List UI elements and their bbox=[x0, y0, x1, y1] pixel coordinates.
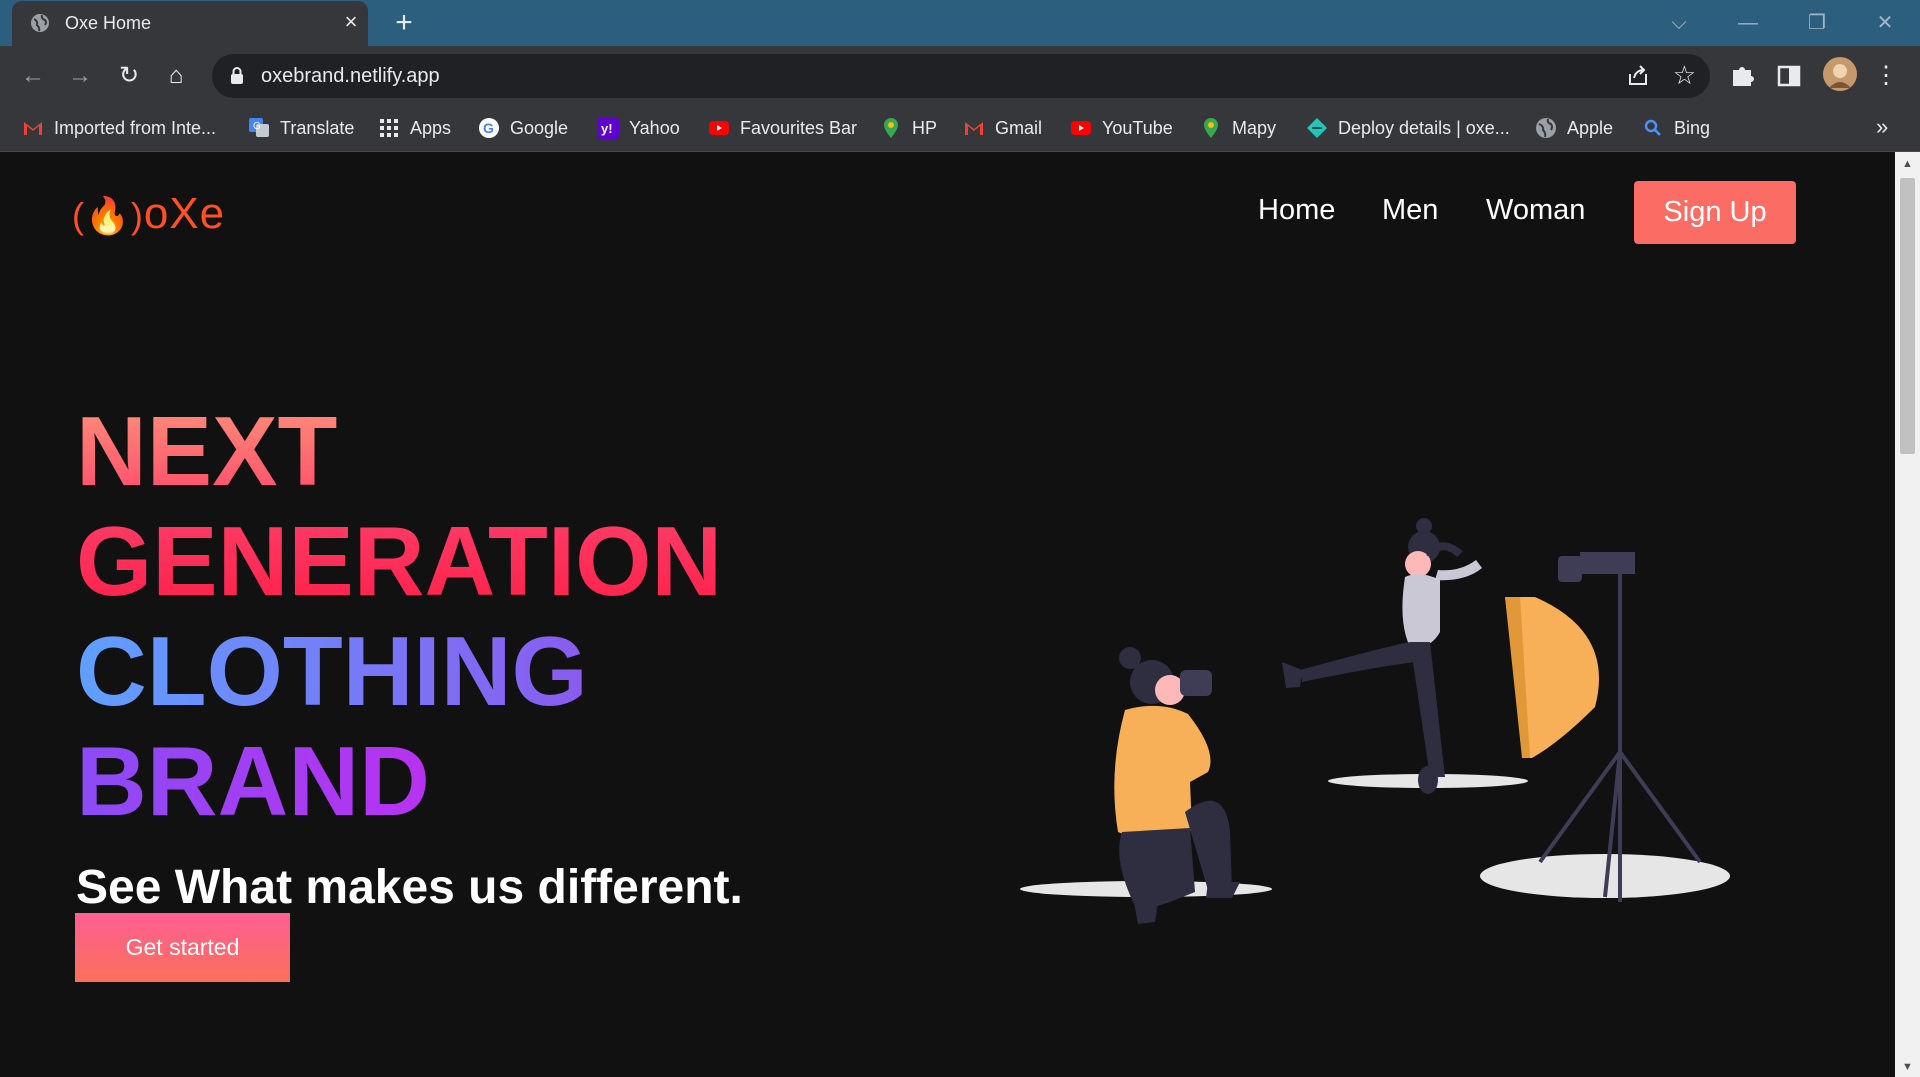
youtube-icon bbox=[1071, 121, 1091, 135]
forward-button[interactable]: → bbox=[64, 60, 96, 92]
bookmark-label: Favourites Bar bbox=[740, 117, 858, 138]
hero-subtitle: See What makes us different. bbox=[76, 861, 743, 914]
address-bar[interactable]: oxebrand.netlify.app ☆ bbox=[212, 54, 1710, 98]
hero-line-brand: BRAND bbox=[76, 726, 430, 836]
share-icon[interactable] bbox=[1626, 64, 1650, 88]
bookmark-label: Deploy details | oxe... bbox=[1338, 117, 1510, 138]
maximize-button[interactable]: ❐ bbox=[1802, 8, 1832, 38]
gmail-icon bbox=[24, 122, 42, 135]
youtube-icon bbox=[709, 121, 729, 135]
bookmark-label: Translate bbox=[280, 117, 355, 138]
svg-text:G: G bbox=[253, 121, 261, 132]
bookmark-label: Yahoo bbox=[629, 117, 680, 138]
bookmark-label: YouTube bbox=[1102, 117, 1173, 138]
reload-button[interactable]: ↻ bbox=[113, 60, 145, 92]
flame-icon: (🔥) bbox=[72, 195, 144, 236]
bookmark-label: Apple bbox=[1567, 117, 1614, 138]
side-panel-icon[interactable] bbox=[1773, 60, 1805, 92]
home-button[interactable]: ⌂ bbox=[160, 60, 192, 92]
bookmark-label: Google bbox=[510, 117, 569, 138]
bookmark-label: Gmail bbox=[995, 117, 1043, 138]
netlify-icon bbox=[1307, 118, 1327, 138]
scroll-up-arrow-icon[interactable]: ▲ bbox=[1902, 158, 1913, 170]
bookmark-youtube[interactable]: YouTube bbox=[1070, 116, 1173, 140]
back-button[interactable]: ← bbox=[17, 60, 49, 92]
maps-pin-icon bbox=[884, 118, 898, 138]
new-tab-button[interactable]: + bbox=[390, 8, 418, 38]
globe-icon bbox=[31, 14, 49, 32]
bookmark-bing[interactable]: Bing bbox=[1642, 116, 1710, 140]
title-bar: Oxe Home × + ⌵ — ❐ ✕ bbox=[0, 0, 1920, 46]
nav-men-link[interactable]: Men bbox=[1382, 194, 1438, 227]
minimize-button[interactable]: — bbox=[1733, 8, 1763, 38]
hero-line-generation: GENERATION bbox=[76, 506, 723, 616]
google-icon: G bbox=[479, 118, 499, 138]
browser-menu-button[interactable]: ⋮ bbox=[1870, 60, 1902, 92]
globe-icon bbox=[1536, 118, 1556, 138]
bookmark-deploy[interactable]: Deploy details | oxe... bbox=[1306, 116, 1510, 140]
model-figure bbox=[1282, 518, 1482, 794]
bookmark-translate[interactable]: G Translate bbox=[248, 116, 354, 140]
nav-woman-link[interactable]: Woman bbox=[1486, 194, 1585, 227]
scrollbar-thumb[interactable] bbox=[1900, 178, 1915, 454]
bookmark-google[interactable]: G Google bbox=[478, 116, 568, 140]
bookmark-apps[interactable]: Apps bbox=[378, 116, 451, 140]
bookmark-label: Apps bbox=[410, 117, 452, 138]
url-text: oxebrand.netlify.app bbox=[261, 65, 440, 87]
bookmarks-overflow-button[interactable]: » bbox=[1876, 114, 1888, 140]
tab-close-button[interactable]: × bbox=[340, 11, 362, 33]
extensions-puzzle-icon[interactable] bbox=[1727, 60, 1759, 92]
light-head bbox=[1580, 552, 1635, 574]
google-translate-icon: G bbox=[249, 118, 269, 137]
tab-title: Oxe Home bbox=[65, 13, 152, 33]
web-page: (🔥)oXe Home Men Woman Sign Up NEXT GENER… bbox=[0, 152, 1895, 1077]
bookmark-mapy[interactable]: Mapy bbox=[1200, 116, 1276, 140]
camera bbox=[1180, 670, 1212, 696]
bookmark-imported[interactable]: Imported from Inte... bbox=[22, 116, 216, 140]
photographer-figure bbox=[1114, 647, 1240, 924]
maps-pin-icon bbox=[1204, 118, 1218, 138]
yahoo-icon: y! bbox=[597, 117, 619, 139]
bookmark-gmail[interactable]: Gmail bbox=[963, 116, 1042, 140]
scroll-down-arrow-icon[interactable]: ▼ bbox=[1902, 1061, 1913, 1073]
svg-text:y!: y! bbox=[601, 121, 613, 136]
bookmark-label: HP bbox=[912, 117, 938, 138]
get-started-button[interactable]: Get started bbox=[75, 913, 290, 982]
site-logo[interactable]: (🔥)oXe bbox=[72, 189, 225, 239]
logo-text: oXe bbox=[143, 189, 226, 238]
page-scrollbar[interactable]: ▲ ▼ bbox=[1895, 152, 1920, 1077]
bookmark-apple[interactable]: Apple bbox=[1535, 116, 1613, 140]
photoshoot-illustration bbox=[1020, 518, 1730, 924]
bookmark-star-icon[interactable]: ☆ bbox=[1673, 62, 1696, 88]
hero-line-next: NEXT bbox=[76, 396, 338, 506]
apps-grid-icon bbox=[380, 119, 398, 137]
tab-search-button[interactable]: ⌵ bbox=[1664, 8, 1694, 38]
profile-avatar[interactable] bbox=[1822, 56, 1858, 92]
bookmark-label: Bing bbox=[1674, 117, 1711, 138]
browser-toolbar: ← → ↻ ⌂ oxebrand.netlify.app ☆ ⋮ bbox=[0, 46, 1920, 106]
bookmark-yahoo[interactable]: y! Yahoo bbox=[597, 116, 680, 140]
signup-button[interactable]: Sign Up bbox=[1634, 181, 1796, 244]
search-icon bbox=[1644, 119, 1661, 136]
gmail-icon bbox=[965, 122, 983, 135]
bookmark-label: Imported from Inte... bbox=[54, 117, 217, 138]
lock-icon bbox=[231, 67, 243, 84]
bookmark-label: Mapy bbox=[1232, 117, 1277, 138]
bookmarks-bar: Imported from Inte... G Translate Apps G… bbox=[0, 106, 1920, 152]
hero-line-clothing: CLOTHING bbox=[76, 616, 588, 726]
nav-home-link[interactable]: Home bbox=[1258, 194, 1335, 227]
bookmark-hp[interactable]: HP bbox=[880, 116, 937, 140]
close-window-button[interactable]: ✕ bbox=[1870, 8, 1900, 38]
svg-text:G: G bbox=[483, 120, 494, 136]
bookmark-favourites[interactable]: Favourites Bar bbox=[708, 116, 857, 140]
browser-tab[interactable]: Oxe Home × bbox=[12, 1, 368, 46]
